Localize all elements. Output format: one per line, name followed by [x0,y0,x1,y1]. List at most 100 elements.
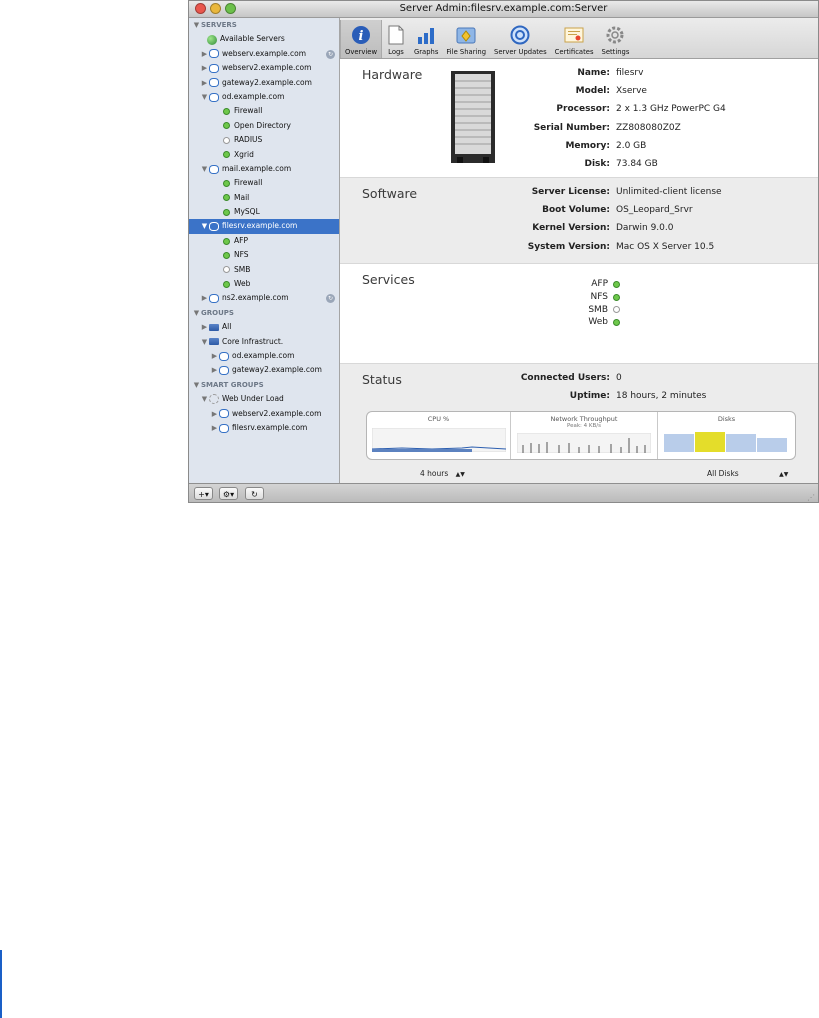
software-title: Software [362,186,418,201]
disclosure-closed-icon[interactable]: ▶ [200,47,209,61]
service-item[interactable]: RADIUS [189,133,339,147]
smart-group-member-item[interactable]: ▶ webserv2.example.com [189,407,339,421]
network-throughput-graph[interactable]: Network Throughput Peak: 4 KB/s [511,412,658,459]
group-item[interactable]: ▶ All [189,320,339,334]
running-status-icon [223,194,230,202]
tab-logs[interactable]: Logs [382,20,410,58]
gear-icon [605,25,625,45]
disk-filter-popup[interactable]: All Disks ▲▼ [707,469,788,478]
server-item[interactable]: ▶ ns2.example.com ↻ [189,291,339,305]
disclosure-open-icon[interactable]: ▼ [192,378,201,392]
disclosure-closed-icon[interactable]: ▶ [200,61,209,75]
server-license-value: Unlimited-client license [616,187,722,197]
tab-settings[interactable]: Settings [598,20,634,58]
running-status-icon [223,280,230,288]
server-item-selected[interactable]: ▼ filesrv.example.com [189,219,339,234]
disks-graph[interactable]: Disks [658,412,795,459]
disclosure-open-icon[interactable]: ▼ [192,306,201,320]
smart-groups-section-header[interactable]: ▼ SMART GROUPS [189,378,339,392]
file-sharing-icon [456,25,476,45]
disclosure-open-icon[interactable]: ▼ [200,90,209,104]
action-button[interactable]: ⚙▾ [219,487,238,500]
disclosure-closed-icon[interactable]: ▶ [210,407,219,421]
title-bar: Server Admin:filesrv.example.com:Server [189,1,818,18]
servers-section-header[interactable]: ▼ SERVERS [189,18,339,32]
service-item[interactable]: Firewall [189,104,339,118]
server-icon [209,92,219,102]
server-item[interactable]: ▼ od.example.com [189,90,339,104]
service-item[interactable]: Open Directory [189,119,339,133]
minimize-button[interactable] [210,3,221,14]
server-item[interactable]: ▶ webserv.example.com ↻ [189,47,339,61]
system-version-value: Mac OS X Server 10.5 [616,241,715,252]
service-item[interactable]: AFP [189,234,339,248]
gear-icon: ⚙▾ [222,490,235,499]
groups-section-header[interactable]: ▼ GROUPS [189,306,339,320]
server-item[interactable]: ▶ gateway2.example.com [189,76,339,90]
available-servers-icon [207,34,217,45]
tab-certificates[interactable]: Certificates [551,20,598,58]
running-status-icon [613,280,620,288]
disclosure-closed-icon[interactable]: ▶ [210,421,219,435]
disclosure-closed-icon[interactable]: ▶ [200,291,209,305]
disclosure-closed-icon[interactable]: ▶ [210,363,219,377]
stopped-status-icon [613,306,620,314]
server-icon [219,366,229,376]
server-name-value: filesrv [616,68,644,78]
running-status-icon [223,122,230,130]
smart-group-icon [209,394,219,405]
running-status-icon [223,208,230,216]
popup-arrows-icon: ▲▼ [779,471,789,478]
service-item[interactable]: Firewall [189,176,339,190]
cpu-graph[interactable]: CPU % [367,412,511,459]
connected-users-value: 0 [616,373,622,383]
group-member-item[interactable]: ▶ gateway2.example.com [189,363,339,377]
tab-file-sharing[interactable]: File Sharing [442,20,490,58]
tab-overview[interactable]: i Overview [340,20,382,58]
available-servers-item[interactable]: Available Servers [189,32,339,46]
service-item[interactable]: NFS [189,248,339,262]
services-section: Services AFP NFS SMB Web [340,263,818,363]
disclosure-open-icon[interactable]: ▼ [200,219,209,233]
smart-group-item[interactable]: ▼ Web Under Load [189,392,339,406]
graphs-icon [416,25,436,45]
disclosure-open-icon[interactable]: ▼ [200,335,209,349]
service-item[interactable]: Xgrid [189,148,339,162]
server-icon [209,63,219,73]
server-item[interactable]: ▼ mail.example.com [189,162,339,176]
server-icon [209,222,219,232]
server-icon [209,164,219,174]
close-button[interactable] [195,3,206,14]
disclosure-closed-icon[interactable]: ▶ [210,349,219,363]
add-button[interactable]: +▾ [194,487,213,500]
refresh-button[interactable]: ↻ [245,487,264,500]
server-icon [219,423,229,433]
service-item[interactable]: SMB [189,263,339,277]
service-item[interactable]: Web [189,277,339,291]
server-icon [209,49,219,59]
zoom-button[interactable] [225,3,236,14]
service-item[interactable]: MySQL [189,205,339,219]
running-status-icon [223,179,230,187]
group-item[interactable]: ▼ Core Infrastruct. [189,335,339,349]
overview-pane: Hardware Name: filesrv Model: Xserve Proce… [340,59,818,483]
disclosure-open-icon[interactable]: ▼ [200,162,209,176]
service-item[interactable]: Mail [189,191,339,205]
time-range-popup[interactable]: 4 hours ▲▼ [420,469,465,478]
uptime-value: 18 hours, 2 minutes [616,391,707,402]
disclosure-closed-icon[interactable]: ▶ [200,76,209,90]
hardware-title: Hardware [362,67,423,82]
disclosure-open-icon[interactable]: ▼ [192,18,201,32]
disclosure-closed-icon[interactable]: ▶ [200,320,209,334]
tab-graphs[interactable]: Graphs [410,20,442,58]
group-member-item[interactable]: ▶ od.example.com [189,349,339,363]
svg-text:i: i [359,29,364,44]
services-title: Services [362,272,415,287]
resize-grip-icon[interactable]: ⋰ [807,493,815,502]
smart-group-member-item[interactable]: ▶ filesrv.example.com [189,421,339,435]
server-icon [209,78,219,88]
server-item[interactable]: ▶ webserv2.example.com [189,61,339,75]
server-sidebar[interactable]: ▼ SERVERS Available Servers ▶ webserv.exam… [189,18,340,483]
disclosure-open-icon[interactable]: ▼ [200,392,209,406]
tab-server-updates[interactable]: Server Updates [490,20,551,58]
